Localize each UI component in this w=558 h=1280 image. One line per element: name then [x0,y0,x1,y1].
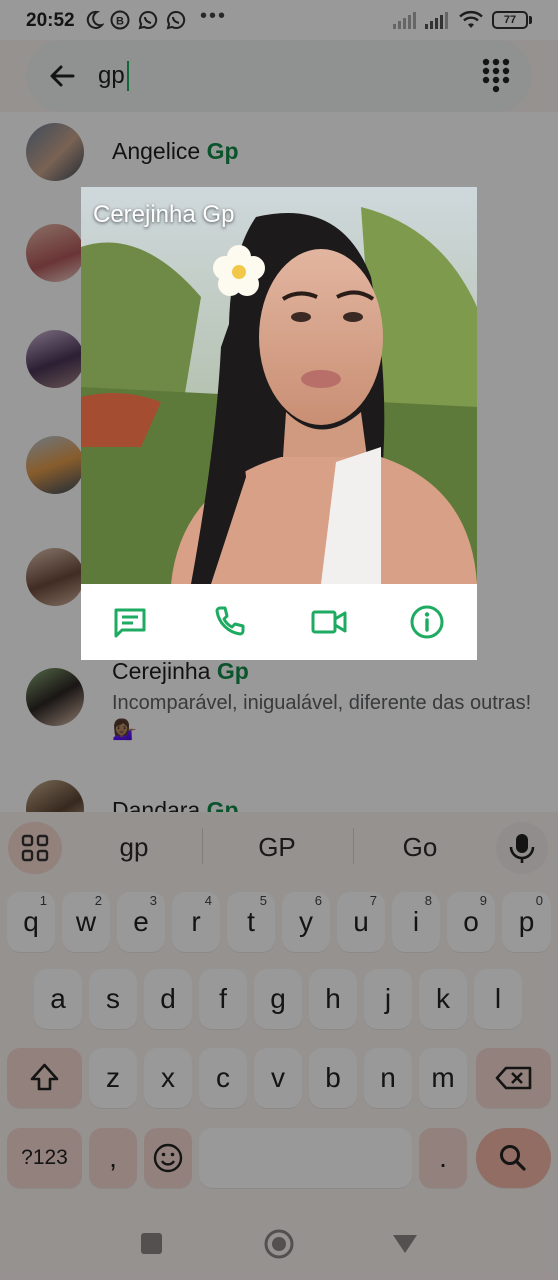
popup-action-bar [81,584,477,660]
message-icon[interactable] [110,602,150,642]
video-call-icon[interactable] [309,602,349,642]
profile-popup: Cerejinha Gp [81,187,477,660]
profile-photo[interactable] [81,187,477,584]
popup-contact-name: Cerejinha Gp [93,201,235,228]
info-icon[interactable] [407,602,447,642]
call-icon[interactable] [209,602,249,642]
